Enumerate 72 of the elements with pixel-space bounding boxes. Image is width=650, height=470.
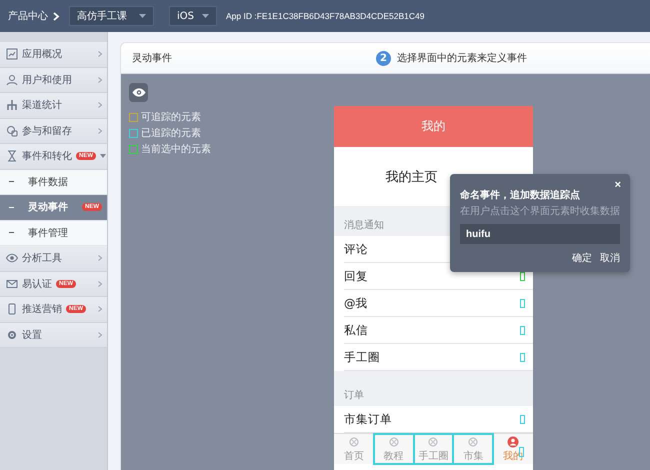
section-title: 消息通知 bbox=[344, 218, 384, 232]
sidebar-label: 易认证 bbox=[22, 278, 52, 291]
sidebar-label: 渠道统计 bbox=[22, 98, 62, 112]
chevron-right-icon bbox=[53, 12, 60, 20]
tab-icon bbox=[467, 436, 480, 448]
subitem-label: 灵动事件 bbox=[28, 200, 68, 214]
app-dropdown[interactable]: 高仿手工课 bbox=[69, 6, 154, 26]
profile-title: 我的主页 bbox=[386, 168, 438, 186]
sidebar-label: 推送营销 bbox=[22, 302, 62, 316]
list-row[interactable]: @我 bbox=[344, 290, 533, 317]
tab-label: 市集 bbox=[463, 450, 484, 462]
legend-label: 已追踪的元素 bbox=[141, 126, 201, 140]
sidebar-label: 分析工具 bbox=[22, 252, 62, 266]
row-label: 私信 bbox=[344, 322, 368, 338]
envelope-icon bbox=[6, 278, 18, 290]
user-icon bbox=[507, 436, 520, 448]
legend-label: 当前选中的元素 bbox=[141, 142, 211, 156]
breadcrumb-link[interactable]: 产品中心 bbox=[8, 9, 48, 23]
section-title: 订单 bbox=[344, 388, 364, 402]
eye-icon bbox=[132, 88, 146, 97]
org-chart-icon bbox=[6, 99, 18, 112]
list-row[interactable]: 私信 bbox=[344, 317, 533, 344]
sidebar-subitem[interactable]: 事件数据 bbox=[0, 170, 107, 195]
eye-icon bbox=[6, 252, 18, 264]
step-number: 2 bbox=[376, 50, 391, 66]
dialog-button[interactable]: 确定 bbox=[572, 251, 592, 265]
preview-button[interactable] bbox=[129, 83, 148, 102]
dash-icon bbox=[9, 232, 14, 234]
sidebar-label: 设置 bbox=[22, 328, 42, 342]
tab-label: 教程 bbox=[384, 450, 404, 462]
step-text: 选择界面中的元素来定义事件 bbox=[397, 52, 527, 65]
tab-icon bbox=[427, 436, 440, 448]
tab-icon bbox=[388, 436, 400, 448]
row-label: @我 bbox=[344, 296, 368, 310]
sidebar-item[interactable]: 渠道统计 bbox=[0, 93, 107, 118]
phone-icon bbox=[6, 303, 18, 316]
sidebar-item[interactable]: 应用概况 bbox=[0, 42, 107, 68]
dialog-subtitle: 在用户点击这个界面元素时收集数据 bbox=[460, 204, 620, 218]
row-label: 市集订单 bbox=[344, 412, 392, 426]
row-label: 评论 bbox=[344, 242, 368, 256]
dash-icon bbox=[9, 206, 14, 208]
tab-label: 首页 bbox=[344, 450, 364, 462]
row-label: 手工圈 bbox=[344, 350, 380, 364]
dialog-title: 命名事件，追加数据追踪点 bbox=[460, 188, 580, 202]
hourglass-icon bbox=[6, 150, 18, 162]
sidebar-item[interactable]: 分析工具 bbox=[0, 246, 107, 272]
subitem-label: 事件管理 bbox=[28, 226, 68, 240]
sidebar-label: 应用概况 bbox=[22, 48, 62, 62]
platform-dropdown[interactable]: iOS bbox=[169, 6, 217, 26]
chart-icon bbox=[6, 48, 18, 60]
legend-label: 可追踪的元素 bbox=[141, 110, 201, 124]
nav-title: 我的 bbox=[422, 118, 446, 135]
sidebar-item[interactable]: 用户和使用 bbox=[0, 68, 107, 93]
sidebar-item[interactable]: 设置 bbox=[0, 322, 107, 348]
sidebar-label: 参与和留存 bbox=[22, 124, 72, 138]
dash-icon bbox=[9, 181, 14, 182]
panel-title: 灵动事件 bbox=[132, 52, 173, 65]
event-name-field[interactable]: huifu bbox=[460, 224, 620, 244]
tab-icon bbox=[348, 436, 360, 448]
person-icon bbox=[6, 74, 18, 86]
dialog-button[interactable]: 取消 bbox=[600, 251, 620, 265]
sidebar-label: 用户和使用 bbox=[22, 74, 72, 87]
tab-label: 手工圈 bbox=[418, 450, 448, 462]
subitem-label: 事件数据 bbox=[28, 176, 68, 189]
close-button[interactable]: × bbox=[614, 180, 621, 191]
caret-icon bbox=[139, 14, 146, 18]
caret-icon bbox=[202, 14, 209, 18]
sidebar-item[interactable]: 参与和留存 bbox=[0, 118, 107, 144]
sidebar-label: 事件和转化 bbox=[22, 150, 72, 164]
app-id-text: App ID :FE1E1C38FB6D43F78AB3D4CDE52B1C49 bbox=[226, 11, 424, 21]
sidebar-subitem[interactable]: 事件管理 bbox=[0, 220, 107, 246]
row-label: 回复 bbox=[344, 268, 368, 284]
